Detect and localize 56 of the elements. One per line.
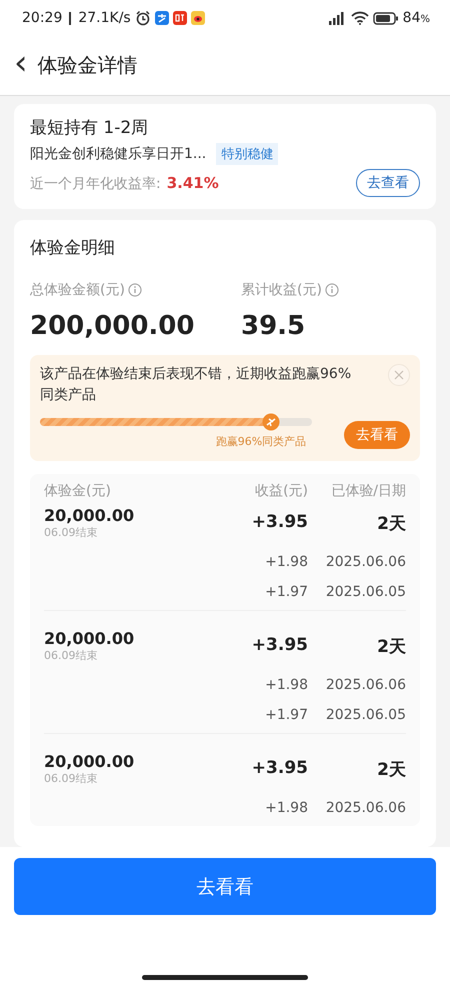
- app-notification-icon: [172, 11, 187, 25]
- amount-cell-text: 20,000.00: [44, 506, 136, 525]
- wifi-icon: [350, 11, 369, 25]
- date-cell-text: 2025.06.06: [324, 677, 406, 693]
- status-time: 20:29: [22, 10, 62, 26]
- days-cell-text: 2天: [376, 636, 406, 658]
- income-cell-text: +1.98: [264, 554, 308, 570]
- column-header: 已体验/日期: [330, 482, 406, 500]
- battery-percentage: 84%: [402, 10, 430, 26]
- section-title: 体验金明细: [30, 237, 116, 259]
- stat-label: 累计收益(元): [241, 281, 322, 299]
- date-cell-text: 2025.06.05: [324, 584, 406, 600]
- date-cell-text: 2025.06.06: [324, 554, 406, 570]
- view-button[interactable]: 去看看: [344, 421, 410, 449]
- alarm-clock-icon: [134, 10, 151, 26]
- stat-label: 总体验金额(元): [30, 281, 125, 299]
- date-cell-text: 2025.06.05: [324, 707, 406, 723]
- stat-value: 39.5: [241, 311, 306, 341]
- income-cell-text: +1.98: [264, 800, 308, 816]
- battery-icon: [372, 12, 399, 24]
- end-date: 06.09结束: [44, 771, 98, 786]
- column-header: 体验金(元): [44, 482, 112, 500]
- info-icon[interactable]: [128, 283, 142, 297]
- page-title: 体验金详情: [38, 52, 138, 79]
- column-header: 收益(元): [254, 482, 308, 500]
- promo-text: 该产品在体验结束后表现不错，近期收益跑赢96%同类产品: [40, 365, 352, 405]
- progress-caption: 跑赢96%同类产品: [214, 434, 306, 449]
- income-cell-text: +1.98: [264, 677, 308, 693]
- income-cell-text: +3.95: [250, 511, 308, 532]
- view-button[interactable]: 去看看: [14, 858, 436, 915]
- date-cell-text: 2025.06.06: [324, 800, 406, 816]
- income-cell-text: +3.95: [250, 634, 308, 655]
- amount-cell-text: 20,000.00: [44, 752, 136, 771]
- info-icon[interactable]: [324, 283, 339, 297]
- network-speed: 27.1K/s: [78, 10, 131, 26]
- back-button[interactable]: ‹: [10, 46, 32, 86]
- amount-cell-text: 20,000.00: [44, 629, 136, 648]
- plane-icon: [262, 413, 280, 431]
- rate-label: 近一个月年化收益率:: [30, 176, 161, 192]
- end-date: 06.09结束: [44, 648, 98, 663]
- income-cell-text: +3.95: [250, 757, 308, 778]
- product-name: 阳光金创利稳健乐享日开1...: [30, 145, 206, 163]
- app-notification-icon: [190, 11, 205, 25]
- holding-period: 最短持有 1-2周: [30, 117, 150, 139]
- risk-tag: 特别稳健: [216, 143, 278, 165]
- close-icon: [394, 370, 404, 380]
- rate-value: 3.41%: [166, 174, 219, 192]
- stat-value: 200,000.00: [30, 311, 196, 341]
- close-button[interactable]: [388, 364, 410, 386]
- income-cell-text: +1.97: [264, 707, 308, 723]
- end-date: 06.09结束: [44, 525, 98, 540]
- app-notification-icon: [154, 11, 169, 25]
- view-button[interactable]: 去查看: [356, 169, 420, 197]
- income-cell-text: +1.97: [264, 584, 308, 600]
- days-cell-text: 2天: [376, 513, 406, 535]
- days-cell-text: 2天: [376, 759, 406, 781]
